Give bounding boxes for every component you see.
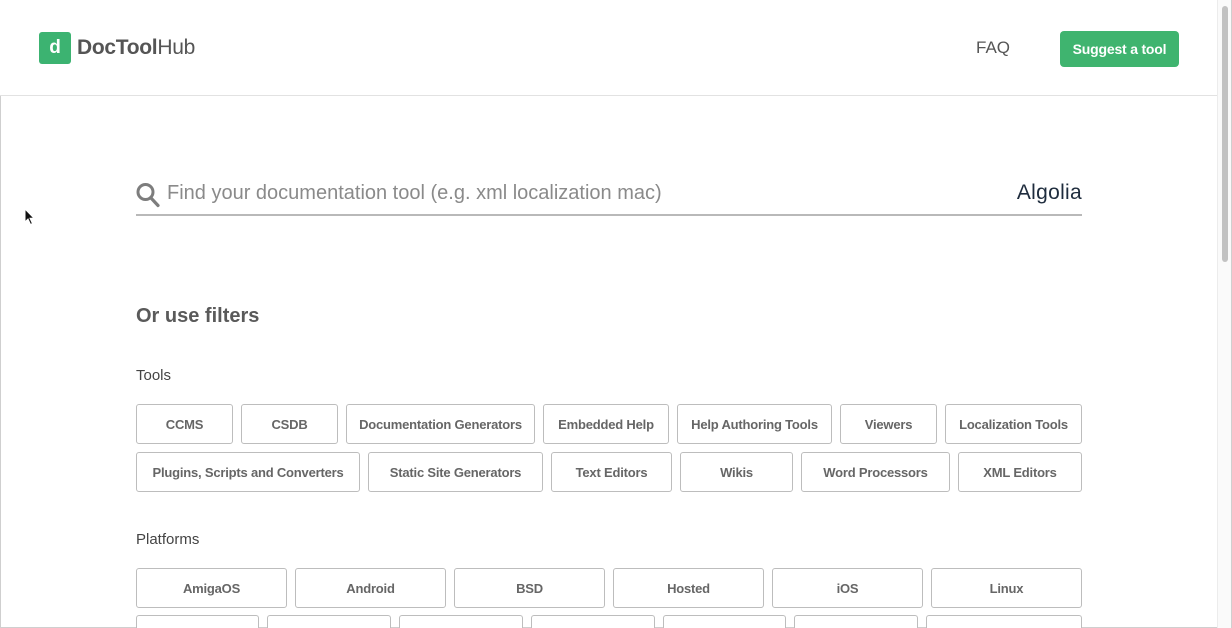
filter-chip-wikis[interactable]: Wikis [680, 452, 793, 492]
algolia-logo[interactable]: Algolia [1017, 181, 1082, 205]
site-logo[interactable]: d DocToolHub [39, 32, 195, 64]
platform-chip-hosted[interactable]: Hosted [613, 568, 764, 608]
platform-chip-partial[interactable] [267, 615, 391, 628]
platform-chip-android[interactable]: Android [295, 568, 446, 608]
search-bar: Algolia [136, 172, 1082, 216]
logo-text-regular: Hub [157, 36, 195, 59]
filter-chip-word-processors[interactable]: Word Processors [801, 452, 950, 492]
filter-chip-static-site-generators[interactable]: Static Site Generators [368, 452, 543, 492]
mouse-pointer-icon [24, 208, 36, 226]
platform-chip-linux[interactable]: Linux [931, 568, 1082, 608]
page-scrollbar[interactable] [1217, 0, 1231, 628]
platform-chip-partial[interactable] [399, 615, 523, 628]
filter-chip-ccms[interactable]: CCMS [136, 404, 233, 444]
tools-section-label: Tools [136, 367, 172, 384]
platform-chip-partial[interactable] [663, 615, 786, 628]
filter-chip-viewers[interactable]: Viewers [840, 404, 937, 444]
platform-chip-partial[interactable] [136, 615, 259, 628]
filter-chip-text-editors[interactable]: Text Editors [551, 452, 672, 492]
logo-text: DocToolHub [77, 36, 195, 60]
logo-mark: d [39, 32, 71, 64]
scrollbar-thumb[interactable] [1222, 6, 1228, 262]
filters-heading: Or use filters [136, 305, 260, 327]
filter-chip-embedded-help[interactable]: Embedded Help [543, 404, 669, 444]
platform-chip-partial[interactable] [926, 615, 1082, 628]
logo-text-bold: DocTool [77, 36, 158, 59]
filter-chip-help-authoring-tools[interactable]: Help Authoring Tools [677, 404, 832, 444]
algolia-label: Algolia [1016, 181, 1082, 204]
site-header: d DocToolHub FAQ Suggest a tool [0, 0, 1217, 96]
filter-chip-csdb[interactable]: CSDB [241, 404, 338, 444]
platform-chip-bsd[interactable]: BSD [454, 568, 605, 608]
filter-chip-localization-tools[interactable]: Localization Tools [945, 404, 1082, 444]
filter-chip-plugins-scripts-converters[interactable]: Plugins, Scripts and Converters [136, 452, 360, 492]
platform-chip-partial[interactable] [531, 615, 655, 628]
platform-chip-ios[interactable]: iOS [772, 568, 923, 608]
faq-link[interactable]: FAQ [976, 38, 1010, 58]
platforms-section-label: Platforms [136, 531, 200, 548]
search-input[interactable] [167, 178, 987, 208]
suggest-tool-button[interactable]: Suggest a tool [1060, 31, 1179, 67]
platform-chip-partial[interactable] [794, 615, 918, 628]
platform-chip-amigaos[interactable]: AmigaOS [136, 568, 287, 608]
filter-chip-xml-editors[interactable]: XML Editors [958, 452, 1082, 492]
search-icon [136, 183, 160, 208]
filter-chip-documentation-generators[interactable]: Documentation Generators [346, 404, 535, 444]
